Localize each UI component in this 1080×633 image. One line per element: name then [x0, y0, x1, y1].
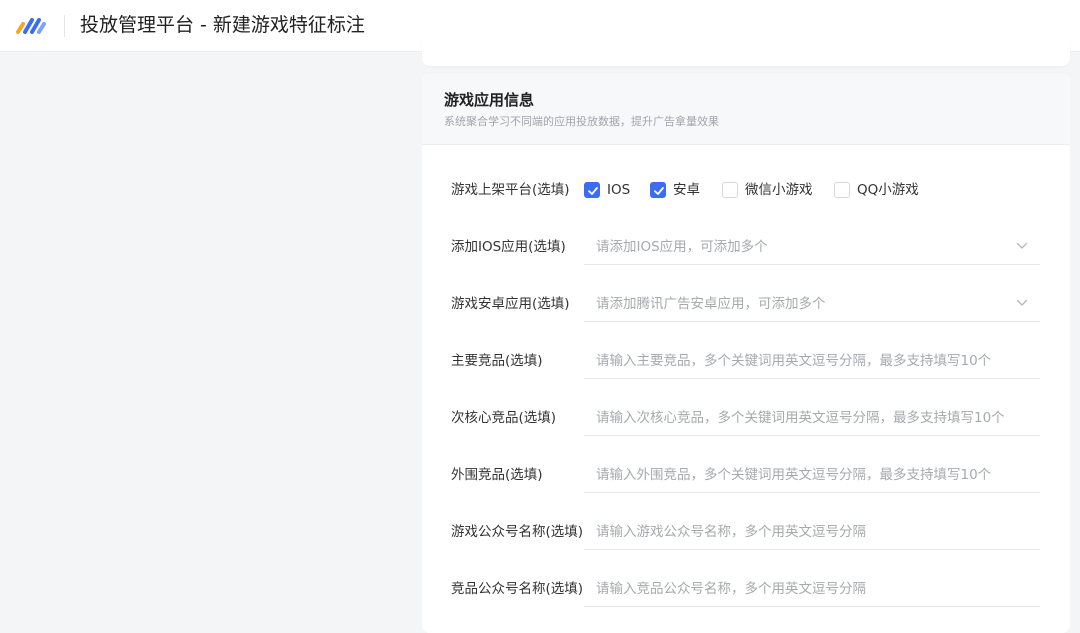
- peripheral-competitors-label: 外围竞品(选填): [451, 467, 543, 483]
- android-app-row: 游戏安卓应用(选填) 请添加腾讯广告安卓应用，可添加多个: [422, 284, 1070, 324]
- brand-logo-icon[interactable]: [15, 14, 51, 36]
- platform-label: 游戏上架平台(选填): [451, 182, 570, 198]
- checkbox-android-label: 安卓: [673, 182, 700, 198]
- checkbox-qq-minigame-box[interactable]: [834, 182, 850, 198]
- previous-section-card: [422, 40, 1070, 66]
- game-app-info-card: 游戏应用信息 系统聚合学习不同端的应用投放数据，提升广告拿量效果 游戏上架平台(…: [422, 73, 1070, 633]
- ios-app-placeholder: 请添加IOS应用，可添加多个: [596, 239, 768, 255]
- header-divider: [64, 15, 65, 37]
- check-icon: [588, 187, 598, 195]
- section-subtitle: 系统聚合学习不同端的应用投放数据，提升广告拿量效果: [444, 115, 719, 128]
- ios-app-label: 添加IOS应用(选填): [451, 239, 566, 255]
- chevron-down-icon[interactable]: [1016, 299, 1028, 307]
- game-official-accounts-input[interactable]: 请输入游戏公众号名称，多个用英文逗号分隔: [584, 514, 1040, 550]
- competitor-official-accounts-placeholder: 请输入竞品公众号名称，多个用英文逗号分隔: [596, 581, 866, 597]
- ios-app-row: 添加IOS应用(选填) 请添加IOS应用，可添加多个: [422, 227, 1070, 267]
- peripheral-competitors-input[interactable]: 请输入外围竞品，多个关键词用英文逗号分隔，最多支持填写10个: [584, 457, 1040, 493]
- checkbox-wechat-minigame-box[interactable]: [722, 182, 738, 198]
- check-icon: [654, 187, 664, 195]
- competitor-official-accounts-input[interactable]: 请输入竞品公众号名称，多个用英文逗号分隔: [584, 571, 1040, 607]
- chevron-down-icon[interactable]: [1016, 242, 1028, 250]
- game-official-accounts-row: 游戏公众号名称(选填) 请输入游戏公众号名称，多个用英文逗号分隔: [422, 512, 1070, 552]
- secondary-competitors-input[interactable]: 请输入次核心竞品，多个关键词用英文逗号分隔，最多支持填写10个: [584, 400, 1040, 436]
- main-competitors-row: 主要竞品(选填) 请输入主要竞品，多个关键词用英文逗号分隔，最多支持填写10个: [422, 341, 1070, 381]
- main-competitors-placeholder: 请输入主要竞品，多个关键词用英文逗号分隔，最多支持填写10个: [596, 353, 992, 369]
- peripheral-competitors-placeholder: 请输入外围竞品，多个关键词用英文逗号分隔，最多支持填写10个: [596, 467, 992, 483]
- competitor-official-accounts-row: 竞品公众号名称(选填) 请输入竞品公众号名称，多个用英文逗号分隔: [422, 569, 1070, 609]
- checkbox-qq-minigame-label: QQ小游戏: [857, 182, 919, 198]
- main-competitors-label: 主要竞品(选填): [451, 353, 543, 369]
- competitor-official-accounts-label: 竞品公众号名称(选填): [451, 581, 584, 597]
- card-header: 游戏应用信息 系统聚合学习不同端的应用投放数据，提升广告拿量效果: [422, 73, 1070, 145]
- platform-row: 游戏上架平台(选填) IOS 安卓 微信小游戏 QQ小游戏: [422, 170, 1070, 210]
- peripheral-competitors-row: 外围竞品(选填) 请输入外围竞品，多个关键词用英文逗号分隔，最多支持填写10个: [422, 455, 1070, 495]
- main-competitors-input[interactable]: 请输入主要竞品，多个关键词用英文逗号分隔，最多支持填写10个: [584, 343, 1040, 379]
- checkbox-ios-label: IOS: [607, 182, 631, 198]
- secondary-competitors-label: 次核心竞品(选填): [451, 410, 557, 426]
- game-official-accounts-label: 游戏公众号名称(选填): [451, 524, 584, 540]
- page-title: 投放管理平台 - 新建游戏特征标注: [80, 14, 365, 36]
- game-official-accounts-placeholder: 请输入游戏公众号名称，多个用英文逗号分隔: [596, 524, 866, 540]
- checkbox-android-box[interactable]: [650, 182, 666, 198]
- android-app-select[interactable]: 请添加腾讯广告安卓应用，可添加多个: [584, 286, 1040, 322]
- android-app-label: 游戏安卓应用(选填): [451, 296, 570, 312]
- secondary-competitors-row: 次核心竞品(选填) 请输入次核心竞品，多个关键词用英文逗号分隔，最多支持填写10…: [422, 398, 1070, 438]
- ios-app-select[interactable]: 请添加IOS应用，可添加多个: [584, 229, 1040, 265]
- checkbox-wechat-minigame-label: 微信小游戏: [745, 182, 813, 198]
- android-app-placeholder: 请添加腾讯广告安卓应用，可添加多个: [596, 296, 826, 312]
- checkbox-ios-box[interactable]: [584, 182, 600, 198]
- secondary-competitors-placeholder: 请输入次核心竞品，多个关键词用英文逗号分隔，最多支持填写10个: [596, 410, 1005, 426]
- section-title: 游戏应用信息: [444, 91, 535, 109]
